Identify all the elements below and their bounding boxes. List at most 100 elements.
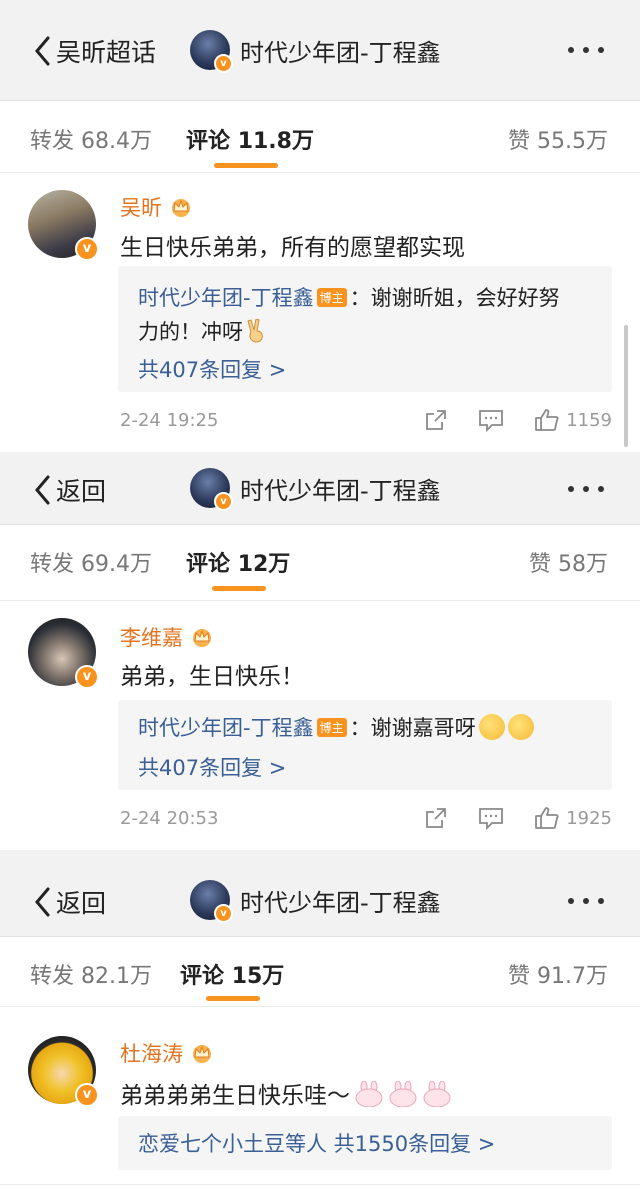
commenter-avatar[interactable]: v (28, 618, 99, 689)
back-chevron-icon (35, 36, 50, 66)
username-text: 吴昕 (120, 196, 162, 220)
share-icon[interactable] (424, 408, 448, 432)
commenter-avatar[interactable]: v (28, 1036, 99, 1107)
reply-text-1: ：谢谢嘉哥呀 (349, 716, 476, 740)
back-chevron-icon (35, 475, 50, 505)
reply-author[interactable]: 时代少年团-丁程鑫 (138, 286, 314, 310)
active-tab-indicator (212, 586, 266, 591)
comment-text: 弟弟弟弟生日快乐哇～ (120, 1076, 452, 1110)
top-nav-bar: 返回 v 时代少年团-丁程鑫 (0, 452, 640, 525)
comment-icon[interactable] (478, 408, 504, 432)
tab-forward[interactable]: 转发 68.4万 (30, 123, 152, 155)
reply-box[interactable]: 时代少年团-丁程鑫 博主 ：谢谢昕姐，会好好努 力的！冲呀 共407条回复 > (118, 266, 612, 392)
title-group[interactable]: v 时代少年团-丁程鑫 (190, 30, 441, 73)
like-count: 1925 (566, 807, 612, 829)
reply-text-1: ：谢谢昕姐，会好好努 (349, 286, 560, 310)
active-tab-indicator (206, 996, 260, 1001)
commenter-name[interactable]: 吴昕 (120, 192, 194, 222)
author-avatar[interactable]: v (190, 468, 233, 511)
reply-summary-link[interactable]: 恋爱七个小土豆等人 共1550条回复 > (138, 1128, 495, 1158)
reply-box[interactable]: 恋爱七个小土豆等人 共1550条回复 > (118, 1116, 612, 1170)
reply-count-link[interactable]: 共407条回复 > (138, 354, 286, 384)
bunny-emoji (423, 1080, 451, 1107)
tab-comments[interactable]: 评论 11.8万 (186, 123, 314, 155)
page-title: 时代少年团-丁程鑫 (240, 888, 441, 917)
comment-actions: 1925 (424, 806, 612, 830)
tab-comments[interactable]: 评论 12万 (186, 546, 290, 578)
thumbs-up-icon (535, 807, 559, 829)
reply-line-1: 时代少年团-丁程鑫 博主 ：谢谢嘉哥呀 (138, 712, 534, 742)
back-button[interactable]: 返回 (34, 472, 106, 508)
reply-box[interactable]: 时代少年团-丁程鑫 博主 ：谢谢嘉哥呀 共407条回复 > (118, 700, 612, 790)
reply-line-2: 力的！冲呀 (138, 316, 267, 346)
tab-comments-label: 评论 (186, 552, 231, 577)
verified-badge-icon: v (214, 492, 233, 511)
active-tab-indicator (214, 163, 278, 168)
reply-line-1: 时代少年团-丁程鑫 博主 ：谢谢昕姐，会好好努 (138, 282, 560, 312)
stats-tabs: 转发 82.1万 评论 15万 赞 91.7万 (0, 958, 640, 998)
comment-time: 2-24 20:53 (120, 808, 219, 829)
stats-tabs: 转发 68.4万 评论 11.8万 赞 55.5万 (0, 123, 640, 163)
crown-icon (172, 199, 190, 217)
reply-count-link[interactable]: 共407条回复 > (138, 752, 286, 782)
reply-text-2: 力的！冲呀 (138, 320, 243, 344)
victory-hand-emoji (247, 318, 263, 343)
verified-badge-icon: v (75, 1083, 99, 1107)
tab-forward[interactable]: 转发 82.1万 (30, 958, 152, 990)
back-button[interactable]: 吴昕超话 (34, 33, 156, 69)
top-nav-bar: 吴昕超话 v 时代少年团-丁程鑫 (0, 0, 640, 101)
stats-tabs: 转发 69.4万 评论 12万 赞 58万 (0, 546, 640, 586)
crown-icon (193, 629, 211, 647)
like-count: 1159 (566, 409, 612, 431)
comment-time: 2-24 19:25 (120, 410, 219, 431)
screenshot-panel-1: 吴昕超话 v 时代少年团-丁程鑫 转发 68.4万 评论 11.8万 赞 55.… (0, 0, 640, 452)
comment-text: 弟弟，生日快乐！ (120, 664, 304, 690)
verified-badge-icon: v (214, 904, 233, 923)
back-label: 返回 (56, 477, 107, 506)
tab-comments-count: 11.8万 (237, 129, 314, 154)
commenter-avatar[interactable]: v (28, 190, 99, 261)
comment-icon[interactable] (478, 806, 504, 830)
commenter-name[interactable]: 李维嘉 (120, 622, 215, 652)
comment-text-content: 弟弟弟弟生日快乐哇～ (120, 1083, 350, 1109)
like-button[interactable]: 1925 (534, 806, 612, 830)
crown-icon (193, 1045, 211, 1063)
share-icon[interactable] (424, 806, 448, 830)
party-face-emoji (507, 714, 534, 740)
tab-forward[interactable]: 转发 69.4万 (30, 546, 152, 578)
author-avatar[interactable]: v (190, 880, 233, 923)
host-badge: 博主 (316, 287, 347, 307)
back-label: 吴昕超话 (56, 38, 157, 67)
more-dots-icon[interactable] (568, 486, 604, 492)
reply-author[interactable]: 时代少年团-丁程鑫 (138, 716, 314, 740)
tab-likes[interactable]: 赞 58万 (529, 546, 608, 578)
divider (0, 172, 640, 173)
username-text: 杜海涛 (120, 1042, 183, 1066)
like-button[interactable]: 1159 (534, 408, 612, 432)
tab-likes[interactable]: 赞 91.7万 (508, 958, 608, 990)
verified-badge-icon: v (214, 54, 233, 73)
title-group[interactable]: v 时代少年团-丁程鑫 (190, 880, 441, 923)
bunny-emoji (389, 1080, 417, 1107)
tab-likes[interactable]: 赞 55.5万 (508, 123, 608, 155)
page-title: 时代少年团-丁程鑫 (240, 38, 441, 67)
tab-comments[interactable]: 评论 15万 (180, 958, 284, 990)
divider (0, 1184, 640, 1185)
screenshot-panel-3: 返回 v 时代少年团-丁程鑫 转发 82.1万 评论 15万 赞 91.7万 v… (0, 850, 640, 1189)
page-title: 时代少年团-丁程鑫 (240, 476, 441, 505)
more-dots-icon[interactable] (568, 47, 604, 53)
back-chevron-icon (35, 887, 50, 917)
screenshot-panel-2: 返回 v 时代少年团-丁程鑫 转发 69.4万 评论 12万 赞 58万 v 李… (0, 452, 640, 850)
title-group[interactable]: v 时代少年团-丁程鑫 (190, 468, 441, 511)
tab-comments-label: 评论 (186, 129, 231, 154)
verified-badge-icon: v (75, 665, 99, 689)
more-dots-icon[interactable] (568, 898, 604, 904)
commenter-name[interactable]: 杜海涛 (120, 1038, 215, 1068)
back-button[interactable]: 返回 (34, 884, 106, 920)
tab-comments-count: 12万 (237, 552, 291, 577)
tab-comments-count: 15万 (231, 964, 285, 989)
thumbs-up-icon (535, 409, 559, 431)
divider (0, 1006, 640, 1007)
scrollbar[interactable] (624, 325, 628, 447)
author-avatar[interactable]: v (190, 30, 233, 73)
